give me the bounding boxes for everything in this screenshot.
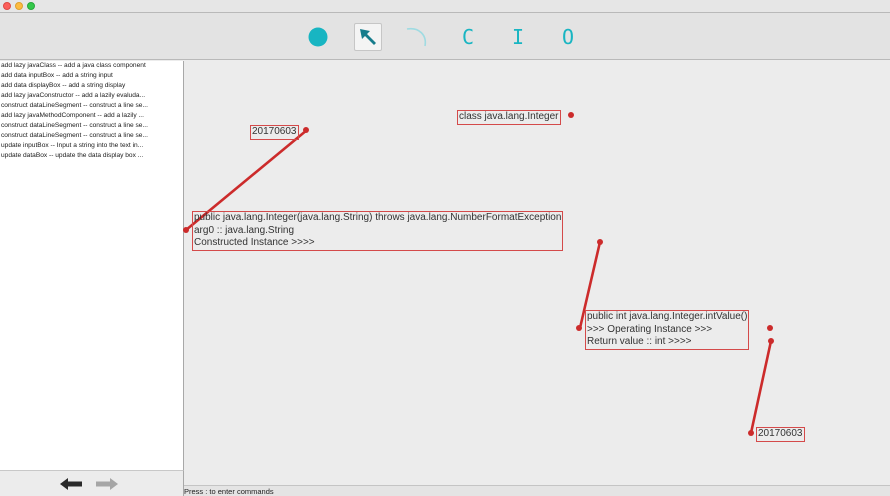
curve-line-icon (406, 27, 427, 47)
left-arrow-icon (60, 478, 82, 490)
constructor-input-port[interactable] (183, 227, 189, 233)
input-box-value: 20170603 (252, 126, 297, 137)
constructor-arg: arg0 :: java.lang.String (194, 224, 295, 236)
circle-tool-button[interactable] (304, 23, 332, 51)
back-button[interactable] (58, 476, 84, 492)
arrow-cursor-icon (360, 29, 376, 45)
title-bar (0, 0, 890, 12)
minimize-window-button[interactable] (15, 2, 23, 10)
input-tool-button[interactable]: I (504, 23, 532, 51)
constructor-node[interactable]: public java.lang.Integer(java.lang.Strin… (192, 211, 564, 251)
method-input-port[interactable] (576, 325, 582, 331)
filled-circle-icon (308, 27, 328, 47)
constructor-output: Constructed Instance >>>> (194, 237, 315, 248)
command-item[interactable]: construct dataLineSegment -- construct a… (0, 121, 183, 131)
command-item[interactable]: add lazy javaClass -- add a java class c… (0, 61, 183, 71)
class-node[interactable]: class java.lang.Integer (457, 110, 561, 125)
connection-line (749, 340, 773, 434)
command-item[interactable]: update inputBox -- Input a string into t… (0, 141, 183, 151)
method-operating-port[interactable] (767, 325, 773, 331)
status-bar[interactable]: Press : to enter commands (184, 485, 890, 496)
status-text: Press : to enter commands (184, 487, 274, 496)
command-item[interactable]: add lazy javaMethodComponent -- add a la… (0, 111, 183, 121)
command-item[interactable]: add data inputBox -- add a string input (0, 71, 183, 81)
constructor-output-port[interactable] (597, 239, 603, 245)
class-tool-button[interactable]: C (454, 23, 482, 51)
command-item[interactable]: add data displayBox -- add a string disp… (0, 81, 183, 91)
app-window: C I O add lazy javaClass -- add a java c… (0, 0, 890, 496)
toolbar: C I O (0, 12, 890, 60)
close-window-button[interactable] (3, 2, 11, 10)
forward-button[interactable] (94, 476, 120, 492)
input-box-output-port[interactable] (303, 127, 309, 133)
output-tool-glyph: O (561, 25, 575, 49)
display-box-input-port[interactable] (748, 430, 754, 436)
command-item[interactable]: update dataBox -- update the data displa… (0, 151, 183, 161)
curve-tool-button[interactable] (404, 23, 432, 51)
method-return-value: Return value :: int >>>> (587, 336, 692, 347)
workspace-canvas[interactable]: 20170603 class java.lang.Integer public … (183, 61, 890, 485)
input-box-node[interactable]: 20170603 (250, 125, 299, 140)
command-item[interactable]: construct dataLineSegment -- construct a… (0, 131, 183, 141)
command-list: add lazy javaClass -- add a java class c… (0, 61, 183, 161)
command-history-panel[interactable]: add lazy javaClass -- add a java class c… (0, 61, 184, 470)
class-tool-glyph: C (461, 25, 475, 49)
method-node[interactable]: public int java.lang.Integer.intValue() … (585, 310, 750, 350)
right-arrow-icon (96, 478, 118, 490)
display-box-node[interactable]: 20170603 (756, 427, 805, 442)
input-tool-glyph: I (511, 25, 525, 49)
method-signature: public int java.lang.Integer.intValue() (587, 311, 748, 322)
class-node-port[interactable] (568, 112, 574, 118)
history-navigation (0, 470, 184, 496)
zoom-window-button[interactable] (27, 2, 35, 10)
constructor-signature: public java.lang.Integer(java.lang.Strin… (194, 212, 562, 223)
class-node-label: class java.lang.Integer (459, 111, 559, 122)
method-output-port[interactable] (768, 338, 774, 344)
select-tool-button[interactable] (354, 23, 382, 51)
method-operating-instance: >>> Operating Instance >>> (587, 323, 713, 335)
display-box-value: 20170603 (758, 428, 803, 439)
command-item[interactable]: add lazy javaConstructor -- add a lazily… (0, 91, 183, 101)
command-item[interactable]: construct dataLineSegment -- construct a… (0, 101, 183, 111)
output-tool-button[interactable]: O (554, 23, 582, 51)
